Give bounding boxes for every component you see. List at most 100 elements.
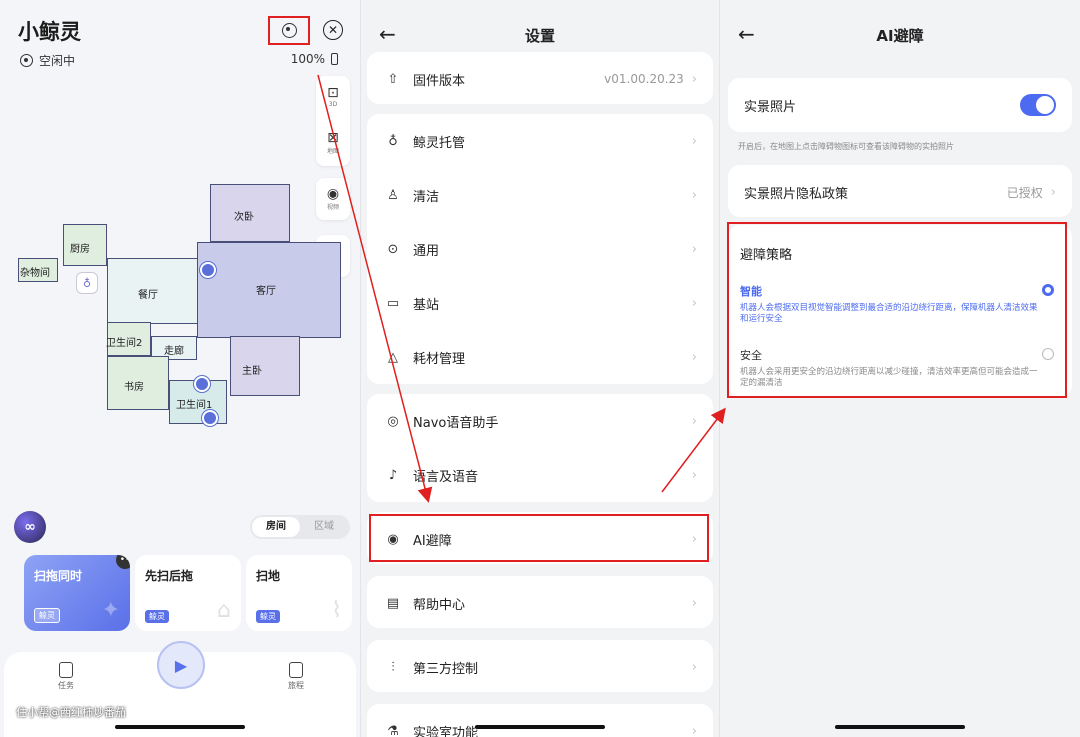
settings-row-ai-avoidance[interactable]: ◉ AI避障 ›: [367, 512, 713, 566]
mode-illustration-icon: ⌇: [331, 598, 342, 623]
settings-row-navo[interactable]: ◎ Navo语音助手 ›: [367, 394, 713, 448]
journey-icon: [289, 662, 303, 678]
row-label: AI避障: [413, 533, 452, 549]
hosting-icon: ♁: [388, 133, 398, 149]
settings-row-general[interactable]: ⊙ 通用 ›: [367, 222, 713, 276]
upload-icon: ⇧: [387, 71, 399, 87]
map-edit-button[interactable]: ⊠ 地图: [316, 126, 350, 160]
settings-panel: ← 设置 ⇧ 固件版本 v01.00.20.23 › ♁ 鲸灵托管 › ♙ 清洁…: [361, 0, 719, 737]
chevron-right-icon: ›: [691, 723, 697, 737]
sliders-icon: ⫶: [391, 659, 395, 675]
settings-row-help[interactable]: ▤ 帮助中心 ›: [367, 576, 713, 630]
mode-card-sweep[interactable]: 扫地 鲸灵 ⌇: [246, 555, 352, 631]
room-label-second-bedroom: 次卧: [234, 212, 254, 223]
strategy-title: 避障策略: [740, 248, 793, 263]
option-safe[interactable]: 安全 机器人会采用更安全的沿边绕行距离以减少碰撞，清洁效率更高但可能会造成一定的…: [740, 347, 1040, 390]
room-label-master-bedroom: 主卧: [242, 366, 262, 377]
view-3d-button[interactable]: ⊡ 3D: [316, 80, 350, 114]
mode-card-sweep-then-mop[interactable]: 先扫后拖 鲸灵 ⌂: [135, 555, 241, 631]
page-title: 设置: [524, 27, 555, 45]
mode-illustration-icon: ⌂: [217, 598, 231, 623]
room-label-dining: 餐厅: [138, 290, 158, 301]
mode-card-sweep-mop[interactable]: 扫拖同时 •• 鲸灵 ✦: [24, 555, 130, 631]
option-smart[interactable]: 智能 机器人会根据双目视觉智能调整到最合适的沿边绕行距离，保障机器人清洁效果和运…: [740, 283, 1040, 326]
settings-gear-icon: [281, 23, 297, 38]
settings-row-language[interactable]: ♪ 语言及语音 ›: [367, 448, 713, 502]
room-area-switch[interactable]: 房间 区域: [250, 515, 350, 539]
close-button[interactable]: ✕: [323, 20, 343, 40]
settings-row-lab[interactable]: ⚗ 实验室功能 ›: [367, 704, 713, 737]
watermark: 住小帮@西红柿炒番茄: [16, 706, 126, 719]
privacy-row[interactable]: 实景照片隐私政策 已授权 ›: [728, 165, 1072, 219]
start-button[interactable]: ▶: [157, 641, 205, 689]
flask-icon: ⚗: [387, 723, 399, 737]
privacy-status: 已授权: [1006, 185, 1043, 200]
battery-icon: [331, 53, 338, 65]
mode-tag: 鲸灵: [256, 610, 280, 623]
robot-marker[interactable]: [194, 376, 210, 392]
settings-row-hosting[interactable]: ♁ 鲸灵托管 ›: [367, 114, 713, 168]
mode-name: 先扫后拖: [145, 569, 194, 583]
option-title: 智能: [740, 285, 762, 298]
settings-button[interactable]: [268, 16, 310, 45]
chevron-right-icon: ›: [691, 187, 697, 203]
nav-journey[interactable]: 旅程: [266, 662, 326, 691]
chevron-right-icon: ›: [691, 133, 697, 149]
row-label: 第三方控制: [413, 661, 479, 677]
privacy-card: 实景照片隐私政策 已授权 ›: [728, 165, 1072, 217]
settings-row-cleaning[interactable]: ♙ 清洁 ›: [367, 168, 713, 222]
chevron-right-icon: ›: [691, 71, 697, 87]
mode-tag: 鲸灵: [145, 610, 169, 623]
cube-3d-icon: ⊡: [327, 85, 339, 101]
mode-tag: 鲸灵: [34, 608, 60, 623]
home-indicator: [115, 725, 245, 729]
radio-safe[interactable]: [1042, 348, 1054, 360]
ai-header: ← AI避障: [720, 0, 1080, 68]
mode-name: 扫地: [256, 569, 281, 583]
obstacle-marker[interactable]: [200, 262, 216, 278]
photo-toggle[interactable]: [1020, 94, 1056, 116]
settings-row-consumables[interactable]: △ 耗材管理 ›: [367, 330, 713, 384]
obstacle-marker[interactable]: [202, 410, 218, 426]
option-description: 机器人会采用更安全的沿边绕行距离以减少碰撞，清洁效率更高但可能会造成一定的漏清洁: [740, 367, 1038, 389]
segment-area[interactable]: 区域: [300, 517, 348, 537]
room-master-bedroom[interactable]: [230, 336, 300, 396]
map-icon: ⊠: [327, 130, 339, 146]
nav-task-label: 任务: [58, 681, 74, 690]
status-text: 空闲中: [39, 54, 76, 68]
ai-avoidance-panel: ← AI避障 实景照片 开启后，在地图上点击障碍物图标可查看该障碍物的实拍照片 …: [720, 0, 1080, 737]
page-title: AI避障: [876, 27, 924, 45]
strategy-card: 避障策略 智能 机器人会根据双目视觉智能调整到最合适的沿边绕行距离，保障机器人清…: [728, 225, 1072, 397]
help-icon: ▤: [386, 595, 400, 611]
map-tool-group: ⊡ 3D ⊠ 地图: [316, 76, 350, 166]
assistant-logo-icon[interactable]: ∞: [14, 511, 46, 543]
row-label: 鲸灵托管: [413, 135, 466, 151]
row-label: 耗材管理: [413, 351, 466, 367]
nav-journey-label: 旅程: [288, 681, 304, 690]
row-label: 清洁: [413, 189, 440, 205]
task-icon: [59, 662, 73, 678]
settings-card-help: ▤ 帮助中心 ›: [367, 576, 713, 628]
row-label: 基站: [413, 297, 440, 313]
nav-task[interactable]: 任务: [36, 662, 96, 691]
settings-row-third-party[interactable]: ⫶ 第三方控制 ›: [367, 640, 713, 694]
settings-row-station[interactable]: ▭ 基站 ›: [367, 276, 713, 330]
photo-label: 实景照片: [744, 99, 797, 115]
row-label: Navo语音助手: [413, 415, 499, 431]
status-icon: [20, 54, 33, 67]
robot-home-panel: 小鲸灵 空闲中 100% ✕ ⊡ 3D ⊠ 地图 ◉ 视频 ▣ 基站 杂物间 厨…: [0, 0, 360, 737]
chevron-right-icon: ›: [691, 295, 697, 311]
floor-map[interactable]: 杂物间 厨房 次卧 餐厅 客厅 卫生间2 走廊 主卧 书房 卫生间1 ♁: [0, 170, 360, 440]
settings-card-lab: ⚗ 实验室功能 ›: [367, 704, 713, 737]
voice-assistant-icon: ◎: [387, 413, 399, 429]
view-3d-label: 3D: [328, 101, 338, 108]
charging-dock-icon[interactable]: ♁: [76, 272, 98, 294]
settings-row-firmware[interactable]: ⇧ 固件版本 v01.00.20.23 ›: [367, 52, 713, 106]
segment-room[interactable]: 房间: [252, 517, 300, 537]
settings-card-voice: ◎ Navo语音助手 › ♪ 语言及语音 ›: [367, 394, 713, 502]
room-label-storage: 杂物间: [20, 268, 50, 279]
row-label: 通用: [413, 243, 440, 259]
robot-name: 小鲸灵: [18, 20, 81, 44]
photo-toggle-row: 实景照片: [728, 78, 1072, 132]
radio-smart[interactable]: [1042, 284, 1054, 296]
